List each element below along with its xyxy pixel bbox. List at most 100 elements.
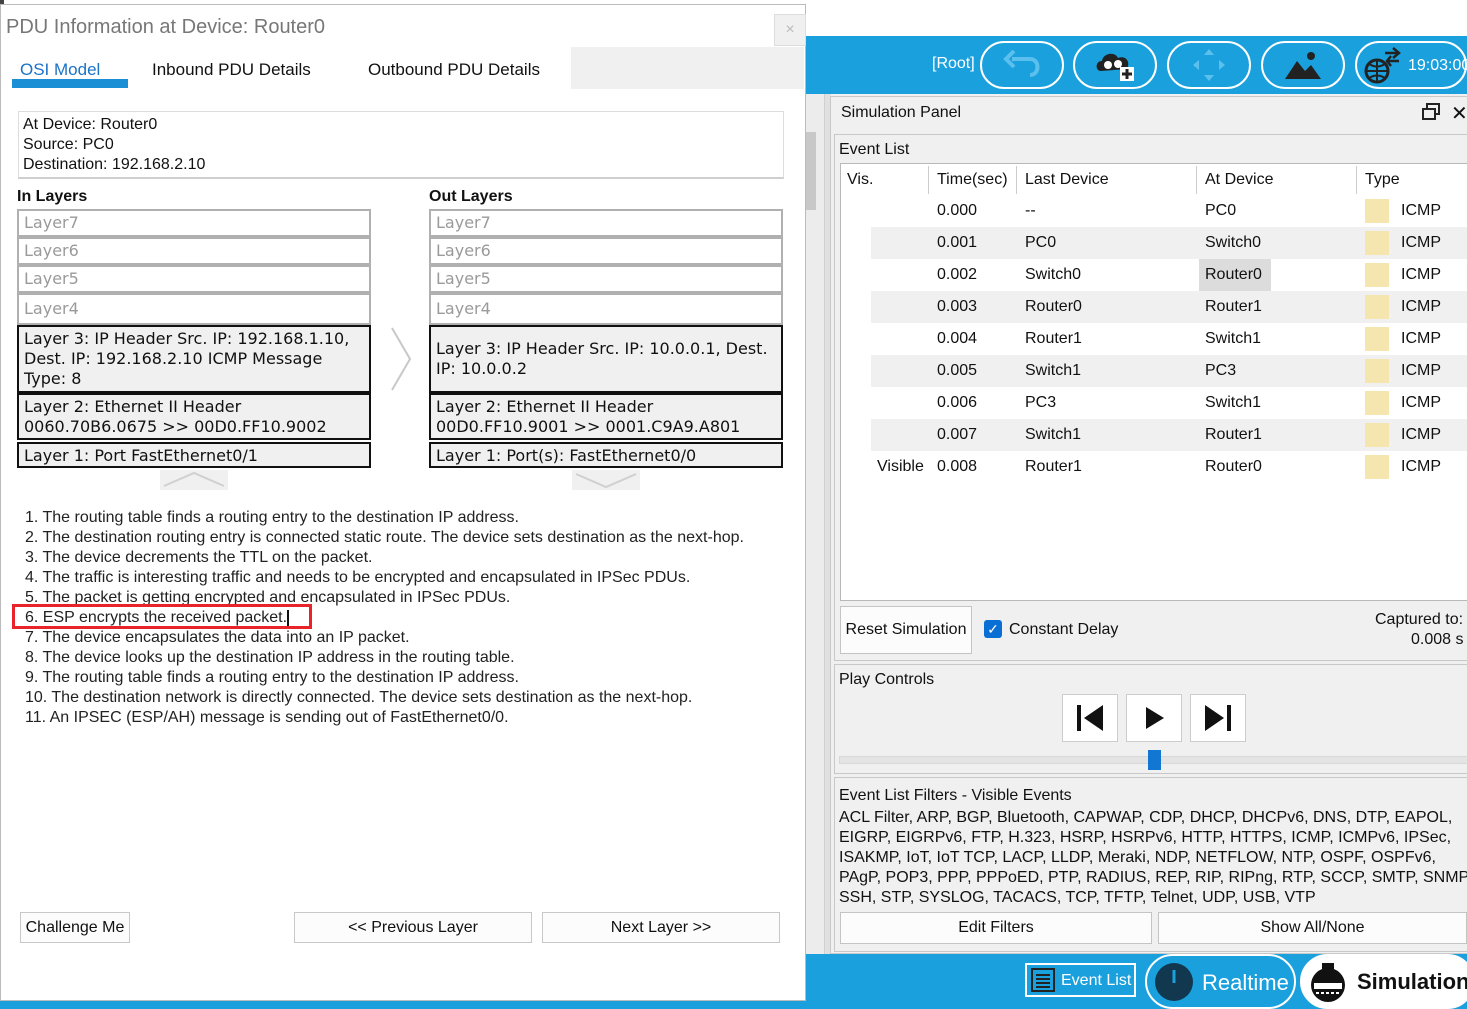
out-layer-5[interactable]: Layer5 bbox=[429, 265, 783, 293]
filters-line: EIGRP, EIGRPv6, FTP, H.323, HSRP, HSRPv6… bbox=[839, 829, 1452, 846]
playback-slider-handle[interactable] bbox=[1148, 750, 1161, 770]
table-row[interactable]: 0.006 PC3 Switch1 ICMP bbox=[871, 387, 1467, 419]
reset-simulation-button[interactable]: Reset Simulation bbox=[840, 606, 972, 654]
event-at-device: Switch1 bbox=[1205, 394, 1262, 411]
event-visible: Visible bbox=[877, 458, 924, 475]
event-type: ICMP bbox=[1401, 330, 1441, 347]
in-layer-5[interactable]: Layer5 bbox=[17, 265, 371, 293]
event-time: 0.004 bbox=[937, 330, 978, 347]
event-type: ICMP bbox=[1401, 362, 1441, 379]
move-button[interactable] bbox=[1167, 41, 1251, 89]
list-icon bbox=[1031, 968, 1055, 992]
table-row[interactable]: 0.000 -- PC0 ICMP bbox=[871, 195, 1467, 227]
event-time: 0.005 bbox=[937, 362, 978, 379]
restore-window-icon[interactable] bbox=[1422, 103, 1440, 121]
step-item: 11. An IPSEC (ESP/AH) message is sending… bbox=[25, 709, 509, 726]
event-type: ICMP bbox=[1401, 426, 1441, 443]
play-button[interactable] bbox=[1126, 694, 1182, 742]
back-button[interactable] bbox=[980, 41, 1064, 89]
show-all-none-button[interactable]: Show All/None bbox=[1158, 912, 1467, 944]
event-last-device: Router1 bbox=[1025, 330, 1082, 347]
simulation-mode-button[interactable]: Simulation bbox=[1300, 954, 1467, 1009]
step-item: 4. The traffic is interesting traffic an… bbox=[25, 569, 691, 586]
scroll-up-icon[interactable] bbox=[160, 470, 228, 490]
background-image-button[interactable] bbox=[1261, 41, 1345, 89]
in-layer-1[interactable]: Layer 1: Port FastEthernet0/1 bbox=[17, 442, 371, 468]
out-layers-heading: Out Layers bbox=[429, 188, 513, 205]
event-color-swatch bbox=[1365, 199, 1389, 223]
cloud-add-button[interactable] bbox=[1073, 41, 1157, 89]
event-time: 0.008 bbox=[937, 458, 978, 475]
dialog-title: PDU Information at Device: Router0 bbox=[6, 16, 326, 38]
event-color-swatch bbox=[1365, 359, 1389, 383]
tab-strip-fill bbox=[571, 47, 804, 89]
move-arrows-icon bbox=[1193, 49, 1225, 81]
globe-network-icon bbox=[1364, 47, 1401, 84]
event-time: 0.006 bbox=[937, 394, 978, 411]
event-last-device: Switch0 bbox=[1025, 266, 1082, 283]
clock-icon bbox=[1155, 963, 1193, 1001]
table-row[interactable]: 0.007 Switch1 Router1 ICMP bbox=[871, 419, 1467, 451]
column-header-type[interactable]: Type bbox=[1365, 171, 1400, 189]
constant-delay-label: Constant Delay bbox=[1009, 621, 1119, 638]
previous-layer-button[interactable]: << Previous Layer bbox=[294, 912, 532, 943]
event-color-swatch bbox=[1365, 263, 1389, 287]
column-header-time[interactable]: Time(sec) bbox=[937, 171, 1008, 189]
tab-osi-model[interactable]: OSI Model bbox=[20, 60, 100, 80]
clock-time: 19:03:00 bbox=[1408, 57, 1467, 74]
tab-inbound-pdu[interactable]: Inbound PDU Details bbox=[152, 60, 311, 80]
workspace-scroll-thumb[interactable] bbox=[806, 132, 816, 210]
in-layer-2[interactable]: Layer 2: Ethernet II Header 0060.70B6.06… bbox=[17, 393, 371, 440]
out-layer-1[interactable]: Layer 1: Port(s): FastEthernet0/0 bbox=[429, 442, 783, 468]
column-header-last-device[interactable]: Last Device bbox=[1025, 171, 1109, 189]
event-list-toggle-label: Event List bbox=[1061, 972, 1132, 989]
event-at-device: Router1 bbox=[1205, 298, 1262, 315]
constant-delay-checkbox[interactable]: ✓ bbox=[984, 620, 1002, 638]
close-panel-icon[interactable]: ✕ bbox=[1451, 101, 1467, 126]
table-row[interactable]: Visible 0.008 Router1 Router0 ICMP bbox=[871, 451, 1467, 483]
edit-filters-button[interactable]: Edit Filters bbox=[840, 912, 1152, 944]
out-layer-3[interactable]: Layer 3: IP Header Src. IP: 10.0.0.1, De… bbox=[429, 325, 783, 393]
simulation-label: Simulation bbox=[1357, 969, 1467, 994]
at-device-text: At Device: Router0 bbox=[23, 116, 158, 133]
event-time: 0.001 bbox=[937, 234, 978, 251]
highlight-annotation-box bbox=[12, 604, 312, 629]
table-row[interactable]: 0.004 Router1 Switch1 ICMP bbox=[871, 323, 1467, 355]
root-label[interactable]: [Root] bbox=[932, 55, 975, 73]
workspace-scrollbar[interactable] bbox=[806, 94, 824, 954]
out-layer-4[interactable]: Layer4 bbox=[429, 293, 783, 325]
in-layer-7[interactable]: Layer7 bbox=[17, 209, 371, 237]
active-tab-indicator bbox=[12, 79, 128, 88]
filters-title: Event List Filters - Visible Events bbox=[839, 787, 1072, 804]
table-row[interactable]: 0.005 Switch1 PC3 ICMP bbox=[871, 355, 1467, 387]
in-layer-3[interactable]: Layer 3: IP Header Src. IP: 192.168.1.10… bbox=[17, 325, 371, 393]
event-at-device: Switch1 bbox=[1205, 330, 1262, 347]
column-header-at-device[interactable]: At Device bbox=[1205, 171, 1273, 189]
step-forward-button[interactable] bbox=[1190, 694, 1246, 742]
scroll-down-icon[interactable] bbox=[572, 470, 640, 490]
text-cursor bbox=[287, 610, 289, 626]
event-color-swatch bbox=[1365, 327, 1389, 351]
challenge-me-button[interactable]: Challenge Me bbox=[20, 912, 130, 943]
dialog-close-button[interactable]: × bbox=[774, 14, 806, 46]
skip-forward-icon bbox=[1205, 705, 1231, 731]
column-header-vis[interactable]: Vis. bbox=[847, 171, 873, 189]
out-layer-2[interactable]: Layer 2: Ethernet II Header 00D0.FF10.90… bbox=[429, 393, 783, 440]
table-row[interactable]: 0.001 PC0 Switch0 ICMP bbox=[871, 227, 1467, 259]
in-layer-4[interactable]: Layer4 bbox=[17, 293, 371, 325]
event-list-toggle-button[interactable]: Event List bbox=[1025, 963, 1136, 997]
realtime-mode-button[interactable]: Realtime bbox=[1145, 954, 1296, 1009]
table-row[interactable]: 0.002 Switch0 Router0 ICMP bbox=[871, 259, 1467, 291]
tab-outbound-pdu[interactable]: Outbound PDU Details bbox=[368, 60, 540, 80]
event-color-swatch bbox=[1365, 391, 1389, 415]
in-layers-heading: In Layers bbox=[17, 188, 88, 205]
out-layer-6[interactable]: Layer6 bbox=[429, 237, 783, 265]
table-row[interactable]: 0.003 Router0 Router1 ICMP bbox=[871, 291, 1467, 323]
filters-line: SSH, STP, SYSLOG, TACACS, TCP, TFTP, Tel… bbox=[839, 889, 1316, 906]
in-layer-6[interactable]: Layer6 bbox=[17, 237, 371, 265]
step-back-button[interactable] bbox=[1062, 694, 1118, 742]
cloud-add-icon bbox=[1096, 53, 1134, 81]
out-layer-7[interactable]: Layer7 bbox=[429, 209, 783, 237]
next-layer-button[interactable]: Next Layer >> bbox=[542, 912, 780, 943]
event-type: ICMP bbox=[1401, 394, 1441, 411]
